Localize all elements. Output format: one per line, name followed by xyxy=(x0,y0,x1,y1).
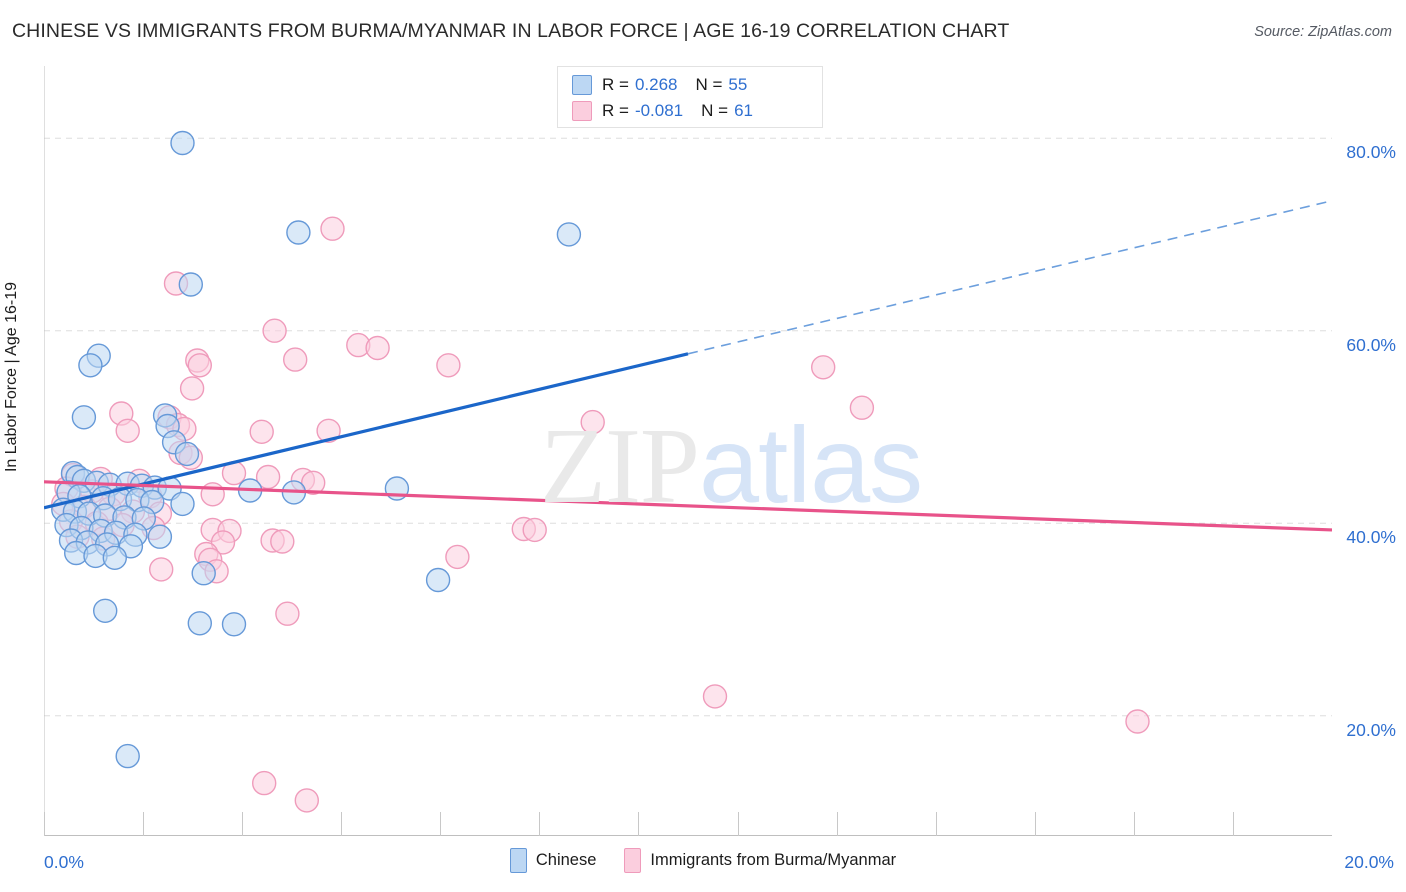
y-axis-tick-label: 20.0% xyxy=(1346,719,1396,740)
data-point xyxy=(115,743,140,769)
y-axis-tick-label: 60.0% xyxy=(1346,334,1396,355)
data-point xyxy=(286,220,311,245)
stats-row-immigrants: R = -0.081 N = 61 xyxy=(558,98,822,124)
correlation-chart-page: CHINESE VS IMMIGRANTS FROM BURMA/MYANMAR… xyxy=(0,0,1406,892)
scatter-plot-svg xyxy=(44,66,1332,836)
data-point xyxy=(702,684,728,709)
r-value-chinese: 0.268 xyxy=(634,75,678,94)
data-point xyxy=(425,567,451,593)
n-label-chinese: N = xyxy=(695,75,723,94)
r-label-immigrants: R = xyxy=(602,101,629,120)
data-point xyxy=(251,770,277,796)
data-point xyxy=(365,335,390,361)
data-point xyxy=(174,441,200,467)
data-points-chinese xyxy=(51,130,582,769)
legend-chip-chinese xyxy=(509,848,527,873)
source-attribution: Source: ZipAtlas.com xyxy=(1254,24,1392,40)
data-point xyxy=(270,529,295,554)
data-point xyxy=(262,318,287,343)
data-point xyxy=(148,557,174,582)
data-point xyxy=(580,409,605,435)
data-point xyxy=(294,788,319,813)
data-point xyxy=(1125,709,1150,734)
data-point xyxy=(849,395,875,420)
r-value-immigrants: -0.081 xyxy=(634,101,684,120)
y-axis-tick-label: 80.0% xyxy=(1346,142,1396,163)
x-axis-ticks xyxy=(44,812,1234,836)
plot-area xyxy=(44,66,1332,836)
data-point xyxy=(187,353,213,378)
n-value-chinese: 55 xyxy=(728,75,748,94)
data-point xyxy=(191,561,216,586)
legend-entry-chinese[interactable]: Chinese xyxy=(509,848,597,873)
legend-chip-immigrants xyxy=(624,848,642,873)
n-value-immigrants: 61 xyxy=(734,101,753,120)
correlation-stats-legend: R = 0.268 N = 55 R = -0.081 N = 61 xyxy=(557,66,823,128)
data-point xyxy=(115,418,140,443)
data-point xyxy=(179,376,205,401)
data-point xyxy=(436,353,461,378)
data-point xyxy=(275,601,300,626)
series-legend: Chinese Immigrants from Burma/Myanmar xyxy=(0,848,1406,873)
data-point xyxy=(93,598,118,623)
data-point xyxy=(249,419,274,444)
data-point xyxy=(221,612,247,637)
data-point xyxy=(178,272,204,297)
legend-label-chinese: Chinese xyxy=(535,851,597,869)
stats-swatch-immigrants xyxy=(572,101,592,121)
data-point xyxy=(556,222,582,247)
legend-label-immigrants: Immigrants from Burma/Myanmar xyxy=(650,851,897,869)
n-label-immigrants: N = xyxy=(701,101,729,120)
data-point xyxy=(147,524,173,549)
data-point xyxy=(522,517,547,543)
stats-row-chinese: R = 0.268 N = 55 xyxy=(558,72,822,98)
legend-entry-immigrants[interactable]: Immigrants from Burma/Myanmar xyxy=(624,848,896,873)
page-title: CHINESE VS IMMIGRANTS FROM BURMA/MYANMAR… xyxy=(12,20,1010,42)
data-point xyxy=(282,347,308,372)
data-point xyxy=(78,353,103,378)
data-point xyxy=(187,611,213,636)
data-point xyxy=(170,130,195,156)
data-point xyxy=(102,545,128,570)
data-point xyxy=(170,491,195,517)
y-axis-title: In Labor Force | Age 16-19 xyxy=(3,281,20,473)
data-point xyxy=(320,216,345,241)
data-point xyxy=(445,544,470,570)
y-axis-tick-label: 40.0% xyxy=(1346,527,1396,548)
stats-swatch-chinese xyxy=(572,75,592,95)
r-label-chinese: R = xyxy=(602,75,629,94)
data-points-immigrants xyxy=(51,216,1150,813)
data-point xyxy=(811,355,836,380)
data-point xyxy=(71,405,97,430)
